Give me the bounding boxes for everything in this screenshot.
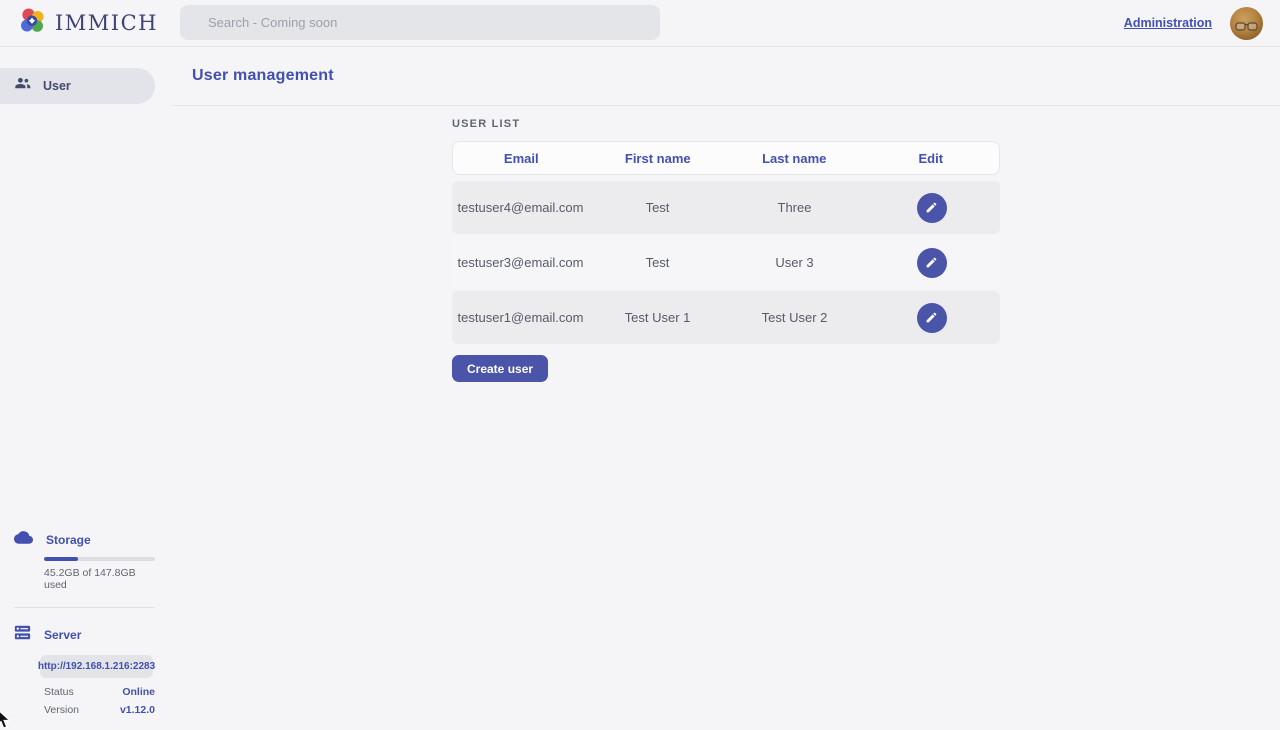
table-row: testuser1@email.com Test User 1 Test Use… (452, 291, 1000, 344)
sidebar-divider (14, 607, 155, 608)
col-header-email: Email (453, 151, 590, 166)
cell-last-name: User 3 (726, 255, 863, 270)
users-icon (14, 77, 31, 95)
server-status-value: Online (122, 686, 155, 698)
administration-link[interactable]: Administration (1124, 16, 1212, 30)
immich-logo-icon (17, 6, 47, 41)
storage-progress-track (44, 557, 155, 561)
sidebar-bottom: Storage 45.2GB of 147.8GB used (0, 530, 171, 730)
sidebar-item-user-label: User (43, 79, 71, 93)
search-input[interactable] (180, 5, 660, 40)
cell-first-name: Test User 1 (589, 310, 726, 325)
user-table-header: Email First name Last name Edit (452, 141, 1000, 175)
server-version-row: Version v1.12.0 (44, 704, 155, 716)
edit-user-button[interactable] (917, 303, 947, 333)
topbar-right: Administration (1124, 7, 1280, 40)
cell-last-name: Test User 2 (726, 310, 863, 325)
user-list-label: USER LIST (452, 118, 1280, 130)
sidebar: User Storage 45.2GB of 147.8GB used (0, 47, 171, 730)
pencil-icon (925, 201, 938, 214)
create-user-button[interactable]: Create user (452, 355, 548, 382)
main-content: USER LIST Email First name Last name Edi… (171, 106, 1280, 382)
pencil-icon (925, 311, 938, 324)
server-url-badge: http://192.168.1.216:2283 (40, 655, 153, 678)
server-version-label: Version (44, 704, 79, 716)
avatar-photo-glasses (1235, 19, 1258, 37)
table-row: testuser4@email.com Test Three (452, 181, 1000, 234)
col-header-first-name: First name (590, 151, 727, 166)
cell-email: testuser3@email.com (452, 255, 589, 270)
user-table-body: testuser4@email.com Test Three testuser3… (452, 181, 1000, 344)
storage-section-head: Storage (14, 530, 155, 549)
server-icon (14, 624, 31, 646)
storage-title: Storage (46, 533, 91, 547)
server-version-value: v1.12.0 (120, 704, 155, 716)
col-header-edit: Edit (863, 151, 1000, 166)
cloud-icon (14, 530, 33, 549)
main-header: User management (171, 47, 1280, 106)
cell-first-name: Test (589, 255, 726, 270)
server-status-row: Status Online (44, 686, 155, 698)
table-row: testuser3@email.com Test User 3 (452, 236, 1000, 289)
immich-app: IMMICH Administration (0, 0, 1280, 730)
server-title: Server (44, 628, 81, 642)
main-area: User management USER LIST Email First na… (171, 47, 1280, 730)
cell-email: testuser1@email.com (452, 310, 589, 325)
server-section-head: Server (14, 624, 155, 646)
sidebar-item-user[interactable]: User (0, 68, 155, 104)
brand: IMMICH (0, 6, 163, 41)
user-table: Email First name Last name Edit testuser… (452, 141, 1000, 344)
storage-progress-fill (44, 557, 78, 561)
col-header-last-name: Last name (726, 151, 863, 166)
pencil-icon (925, 256, 938, 269)
server-status-label: Status (44, 686, 74, 698)
cell-first-name: Test (589, 200, 726, 215)
cell-email: testuser4@email.com (452, 200, 589, 215)
user-avatar[interactable] (1230, 7, 1263, 40)
storage-usage-text: 45.2GB of 147.8GB used (44, 567, 155, 591)
top-bar: IMMICH Administration (0, 0, 1280, 47)
page-title: User management (192, 67, 334, 85)
cell-last-name: Three (726, 200, 863, 215)
brand-name: IMMICH (55, 11, 158, 35)
edit-user-button[interactable] (917, 248, 947, 278)
edit-user-button[interactable] (917, 193, 947, 223)
